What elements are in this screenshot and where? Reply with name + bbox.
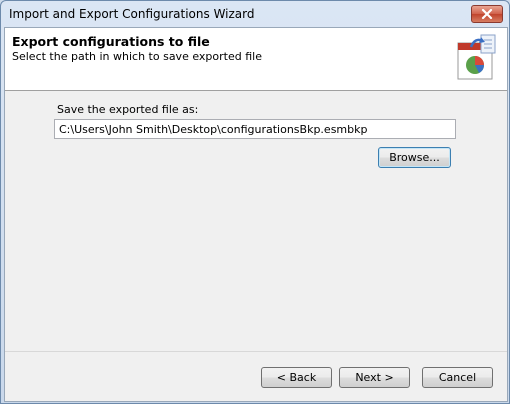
wizard-window: Import and Export Configurations Wizard … (0, 0, 510, 404)
window-title: Import and Export Configurations Wizard (9, 7, 255, 21)
wizard-header: Export configurations to file Select the… (5, 28, 507, 91)
page-subtitle: Select the path in which to save exporte… (12, 50, 262, 63)
next-button[interactable]: Next > (339, 367, 410, 388)
browse-button[interactable]: Browse... (378, 147, 451, 168)
save-path-input[interactable] (54, 119, 456, 139)
export-config-icon (457, 34, 496, 80)
save-path-label: Save the exported file as: (57, 103, 199, 116)
footer-separator (5, 351, 507, 352)
cancel-button[interactable]: Cancel (422, 367, 493, 388)
back-button[interactable]: < Back (261, 367, 332, 388)
close-button[interactable] (471, 5, 503, 23)
page-title: Export configurations to file (12, 34, 210, 49)
wizard-body: Export configurations to file Select the… (4, 27, 508, 402)
title-bar[interactable]: Import and Export Configurations Wizard (1, 1, 509, 27)
close-icon (481, 9, 493, 19)
